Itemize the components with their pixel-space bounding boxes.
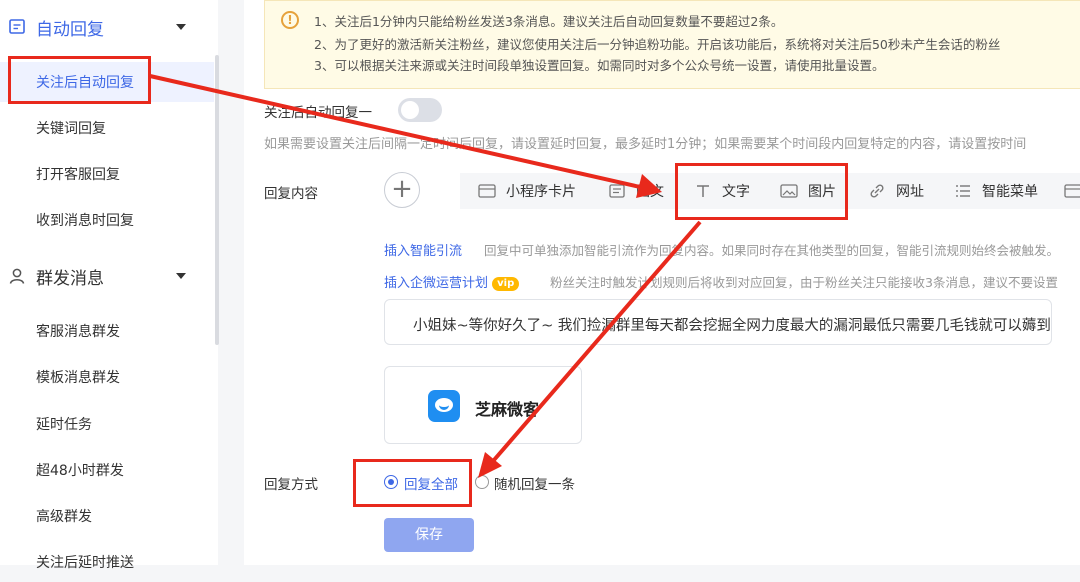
- sidebar-item-advanced-mass[interactable]: 高级群发: [0, 496, 214, 536]
- tool-article[interactable]: 图文: [608, 173, 664, 209]
- reply-mode-label: 回复方式: [264, 477, 318, 493]
- tool-smart-menu[interactable]: 智能菜单: [954, 173, 1038, 209]
- sidebar-item-label: 关键词回复: [36, 121, 106, 137]
- sidebar-item-keyword-reply[interactable]: 关键词回复: [0, 108, 214, 148]
- notice-line: 3、可以根据关注来源或关注时间段单独设置回复。如需同时对多个公众号统一设置，请使…: [314, 58, 885, 73]
- message-text: 小姐妹~等你好久了~ 我们捡漏群里每天都会挖掘全网力度最大的漏洞最低只需要几毛钱…: [413, 318, 1051, 334]
- rule-title: 关注后自动回复一: [264, 105, 372, 121]
- sidebar-item-template-mass[interactable]: 模板消息群发: [0, 357, 214, 397]
- chevron-down-icon: [176, 24, 186, 30]
- card-icon: [1064, 184, 1080, 198]
- radio-reply-all[interactable]: [384, 475, 398, 489]
- wecom-plan-desc: 粉丝关注时触发计划规则后将收到对应回复，由于粉丝关注只能接收3条消息，建议不要设…: [550, 275, 1058, 290]
- sidebar-item-delayed-push[interactable]: 关注后延时推送: [0, 542, 214, 582]
- tool-label: 图片: [808, 184, 836, 200]
- sidebar-item-label: 关注后延时推送: [36, 555, 134, 571]
- sidebar-item-label: 收到消息时回复: [36, 213, 134, 229]
- article-icon: [609, 184, 625, 198]
- card-icon: [478, 184, 496, 198]
- notice-line: 1、关注后1分钟内只能给粉丝发送3条消息。建议关注后自动回复数量不要超过2条。: [314, 14, 784, 29]
- sidebar-item-label: 高级群发: [36, 509, 92, 525]
- sidebar-item-message-reply[interactable]: 收到消息时回复: [0, 200, 214, 240]
- sidebar-item-label: 超48小时群发: [36, 463, 124, 479]
- warning-icon: !: [281, 11, 299, 29]
- sidebar-scrollbar[interactable]: [215, 55, 219, 345]
- notice-banner: ! 1、关注后1分钟内只能给粉丝发送3条消息。建议关注后自动回复数量不要超过2条…: [264, 0, 1080, 89]
- insert-smart-link[interactable]: 插入智能引流: [384, 240, 462, 259]
- tool-link[interactable]: 网址: [868, 173, 924, 209]
- sidebar-group-auto-reply[interactable]: 自动回复: [0, 7, 218, 47]
- text-icon: [697, 185, 709, 197]
- sidebar-item-label: 客服消息群发: [36, 324, 120, 340]
- rule-toggle[interactable]: [398, 98, 442, 122]
- sidebar-item-delay-task[interactable]: 延时任务: [0, 404, 214, 444]
- sidebar-item-label: 模板消息群发: [36, 370, 120, 386]
- sidebar-item-label: 打开客服回复: [36, 167, 120, 183]
- smart-link-desc: 回复中可单独添加智能引流作为回复内容。如果同时存在其他类型的回复，智能引流规则始…: [484, 243, 1060, 258]
- radio-random-reply[interactable]: [475, 475, 489, 489]
- toggle-knob: [401, 101, 419, 119]
- image-icon: [780, 184, 798, 198]
- rule-hint: 如果需要设置关注后间隔一定时间后回复，请设置延时回复，最多延时1分钟；如果需要某…: [264, 137, 1027, 152]
- tool-label: 小程序卡片: [506, 184, 576, 200]
- sidebar-group-mass-message[interactable]: 群发消息: [0, 256, 218, 296]
- add-content-button[interactable]: +: [384, 172, 420, 208]
- save-button[interactable]: 保存: [384, 518, 474, 552]
- zhima-logo-icon: [428, 390, 460, 422]
- sidebar-group-label: 群发消息: [36, 268, 104, 289]
- menu-icon: [956, 185, 970, 197]
- vip-badge: vip: [492, 276, 520, 291]
- notice-line: 2、为了更好的激活新关注粉丝，建议您使用关注后一分钟追粉功能。开启该功能后，系统…: [314, 37, 1001, 52]
- content-type-toolbar: 小程序卡片 图文 文字 图片 网址 智能菜单: [460, 173, 1080, 209]
- card-name: 芝麻微客: [475, 400, 540, 419]
- sidebar-item-follow-auto-reply[interactable]: 关注后自动回复: [0, 62, 214, 102]
- link-icon: [870, 184, 884, 198]
- sidebar-item-open-service-reply[interactable]: 打开客服回复: [0, 154, 214, 194]
- chevron-down-icon: [176, 273, 186, 279]
- tool-mini-program-card[interactable]: 小程序卡片: [478, 173, 576, 209]
- sidebar-group-label: 自动回复: [36, 19, 104, 40]
- tool-label: 网址: [896, 184, 924, 200]
- tool-image[interactable]: 图片: [780, 173, 836, 209]
- user-icon: [9, 268, 25, 284]
- tool-label: 文字: [722, 184, 750, 200]
- random-reply-label[interactable]: 随机回复一条: [494, 473, 575, 493]
- tool-text[interactable]: 文字: [694, 173, 750, 209]
- main-panel: ! 1、关注后1分钟内只能给粉丝发送3条消息。建议关注后自动回复数量不要超过2条…: [244, 0, 1080, 565]
- reply-content-label: 回复内容: [264, 186, 318, 202]
- sidebar-item-service-mass[interactable]: 客服消息群发: [0, 311, 214, 351]
- message-square-icon: [9, 19, 25, 34]
- tool-more[interactable]: [1064, 173, 1080, 209]
- wecom-plan-label: 插入企微运营计划: [384, 276, 489, 291]
- tool-label: 智能菜单: [982, 184, 1038, 200]
- sidebar: 自动回复 关注后自动回复 关键词回复 打开客服回复 收到消息时回复 群发消息 客…: [0, 0, 219, 571]
- reply-all-label[interactable]: 回复全部: [404, 473, 458, 493]
- tool-label: 图文: [636, 184, 664, 200]
- mini-program-card-preview[interactable]: 芝麻微客: [384, 366, 582, 444]
- insert-wecom-plan[interactable]: 插入企微运营计划 vip: [384, 272, 520, 291]
- sidebar-item-label: 关注后自动回复: [36, 75, 134, 91]
- sidebar-item-label: 延时任务: [36, 417, 92, 433]
- sidebar-item-48h-mass[interactable]: 超48小时群发: [0, 450, 214, 490]
- text-message-preview[interactable]: 小姐妹~等你好久了~ 我们捡漏群里每天都会挖掘全网力度最大的漏洞最低只需要几毛钱…: [384, 299, 1052, 345]
